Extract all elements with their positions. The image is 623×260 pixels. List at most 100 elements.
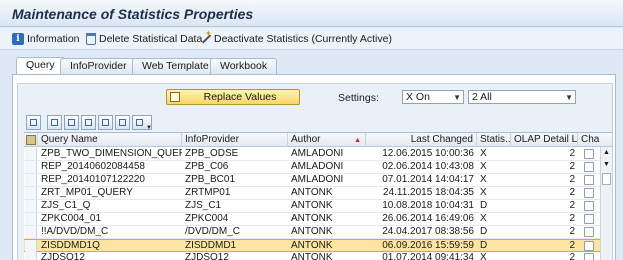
cell-query-name: ZJDSO12	[41, 252, 85, 260]
details-button[interactable]	[47, 115, 62, 130]
cell-infoprovider: ZPKC004	[185, 213, 229, 224]
column-header-infoprovider[interactable]: InfoProvider	[182, 133, 288, 147]
column-header-query-name[interactable]: Query Name	[38, 133, 182, 147]
cell-olap-detail-level: 2	[569, 148, 575, 159]
changed-checkbox[interactable]	[584, 201, 594, 211]
query-table: Query Name InfoProvider Author ▲ Last Ch…	[24, 132, 612, 260]
column-header-changed[interactable]: Chang	[578, 133, 600, 147]
row-selector[interactable]	[25, 200, 37, 212]
sort-indicator-icon: ▲	[354, 137, 361, 144]
row-selector[interactable]	[25, 226, 37, 238]
cell-last-changed: 26.06.2014 16:49:06	[382, 213, 474, 224]
sort-ascending-button[interactable]	[64, 115, 79, 130]
table-row[interactable]: ZJS_C1_Q ZJS_C1 ANTONK 10.08.2018 10:04:31 D…	[24, 200, 612, 213]
cell-infoprovider: ZPB_C06	[185, 161, 229, 172]
row-selector[interactable]	[25, 161, 37, 173]
changed-checkbox[interactable]	[584, 227, 594, 237]
column-header-author[interactable]: Author ▲	[288, 133, 366, 147]
table-row[interactable]: ZISDDMD1Q ZISDDMD1 ANTONK 06.09.2016 15:59:…	[24, 239, 612, 252]
row-selector[interactable]	[25, 213, 37, 225]
changed-checkbox[interactable]	[584, 214, 594, 224]
sort-descending-button[interactable]	[81, 115, 96, 130]
column-header-last-changed[interactable]: Last Changed	[366, 133, 477, 147]
tab-panel: Replace Values Settings: X On ▼ 2 All ▼ …	[12, 74, 616, 260]
vertical-scrollbar[interactable]: ▲ ▼	[600, 147, 612, 260]
replace-label: Replace Values	[203, 91, 277, 103]
chevron-down-icon: ▼	[146, 125, 152, 131]
cell-statistics: X	[480, 252, 487, 260]
column-header-olap-detail-level[interactable]: OLAP Detail Le...	[511, 133, 578, 147]
changed-checkbox[interactable]	[584, 188, 594, 198]
author-header-label: Author	[291, 134, 321, 145]
table-row[interactable]: ZJDSO12 ZJDSO12 ANTONK 01.07.2014 09:41:34 X…	[24, 252, 612, 260]
tab-workbook[interactable]: Workbook	[210, 58, 278, 74]
filter-menu-button[interactable]: ▼	[132, 115, 152, 131]
tab-web-template[interactable]: Web Template	[132, 58, 219, 74]
changed-checkbox[interactable]	[584, 149, 594, 159]
column-header-statistics[interactable]: Statis...	[477, 133, 511, 147]
cell-author: AMLADONI	[291, 148, 344, 159]
delete-statistical-data-button[interactable]: Delete Statistical Data	[86, 31, 202, 47]
deactivate-statistics-button[interactable]: Deactivate Statistics (Currently Active)	[199, 29, 392, 47]
table-row[interactable]: !!A/DVD/DM_C/DVD/DM_C ANTONK 24.04.2017 08…	[24, 226, 612, 239]
cell-author: ANTONK	[291, 213, 333, 224]
row-selector[interactable]	[25, 240, 37, 252]
title-bar: Maintenance of Statistics Properties	[0, 0, 623, 27]
find-icon	[119, 119, 126, 126]
filter-button[interactable]	[98, 115, 113, 130]
cell-olap-detail-level: 2	[569, 226, 575, 237]
tab-infoprovider[interactable]: InfoProvider	[60, 58, 137, 74]
wand-icon	[199, 29, 212, 45]
scroll-up-icon[interactable]: ▲	[603, 149, 610, 156]
settings-select-scope[interactable]: 2 All ▼	[468, 90, 576, 104]
settings-select-status-value: X On	[406, 91, 430, 103]
cell-infoprovider: ZJS_C1	[185, 200, 222, 211]
cell-infoprovider: ZRTMP01	[185, 187, 231, 198]
table-row[interactable]: ZRT_MP01_QUERY ZRTMP01 ANTONK 24.11.2015 18…	[24, 187, 612, 200]
cell-query-name: REP_20140602084458	[41, 161, 145, 172]
row-selector[interactable]	[25, 174, 37, 186]
cell-last-changed: 12.06.2015 10:00:36	[382, 148, 474, 159]
content-area: Replace Values Settings: X On ▼ 2 All ▼ …	[17, 83, 613, 260]
row-selector[interactable]	[25, 187, 37, 199]
changed-checkbox[interactable]	[584, 241, 594, 251]
replace-values-button[interactable]: Replace Values	[166, 89, 300, 105]
table-header: Query Name InfoProvider Author ▲ Last Ch…	[24, 133, 612, 147]
cell-olap-detail-level: 2	[569, 187, 575, 198]
cell-author: ANTONK	[291, 252, 333, 260]
cell-infoprovider: ZJDSO12	[185, 252, 229, 260]
info-icon: i	[12, 33, 24, 45]
cell-statistics: X	[480, 148, 487, 159]
cell-query-name: REP_20140107122220	[41, 174, 145, 185]
changed-checkbox[interactable]	[584, 253, 594, 260]
table-row[interactable]: REP_20140602084458 ZPB_C06 AMLADONI 02.06.2…	[24, 161, 612, 174]
row-selector[interactable]	[25, 252, 37, 260]
cell-olap-detail-level: 2	[569, 240, 575, 251]
information-label: Information	[27, 33, 80, 45]
funnel-icon	[136, 119, 143, 126]
table-row[interactable]: ZPB_TWO_DIMENSION_QUERY ZPB_ODSE AMLADONI 1…	[24, 148, 612, 161]
scroll-thumb[interactable]	[602, 173, 611, 185]
delete-label: Delete Statistical Data	[99, 33, 203, 45]
cell-last-changed: 24.04.2017 08:38:56	[382, 226, 474, 237]
changed-checkbox[interactable]	[584, 175, 594, 185]
find-button[interactable]	[115, 115, 130, 130]
cell-author: ANTONK	[291, 226, 333, 237]
changed-checkbox[interactable]	[584, 162, 594, 172]
settings-select-status[interactable]: X On ▼	[402, 90, 464, 104]
filter-icon	[102, 119, 109, 126]
sort-descending-icon	[85, 119, 92, 126]
window-title: Maintenance of Statistics Properties	[12, 6, 254, 22]
cell-last-changed: 24.11.2015 18:04:35	[382, 187, 474, 198]
cell-olap-detail-level: 2	[569, 200, 575, 211]
row-selector[interactable]	[25, 148, 37, 160]
select-all-cell[interactable]	[24, 133, 38, 147]
table-row[interactable]: REP_20140107122220 ZPB_BC01 AMLADONI 07.01.…	[24, 174, 612, 187]
cell-query-name: ZJS_C1_Q	[41, 200, 91, 211]
cell-statistics: D	[480, 240, 488, 251]
scroll-down-icon[interactable]: ▼	[603, 161, 610, 168]
information-button[interactable]: i Information	[12, 31, 80, 47]
tab-query[interactable]: Query	[16, 57, 65, 75]
table-row[interactable]: ZPKC004_01 ZPKC004 ANTONK 26.06.2014 16:49:…	[24, 213, 612, 226]
refresh-button[interactable]	[26, 115, 41, 130]
